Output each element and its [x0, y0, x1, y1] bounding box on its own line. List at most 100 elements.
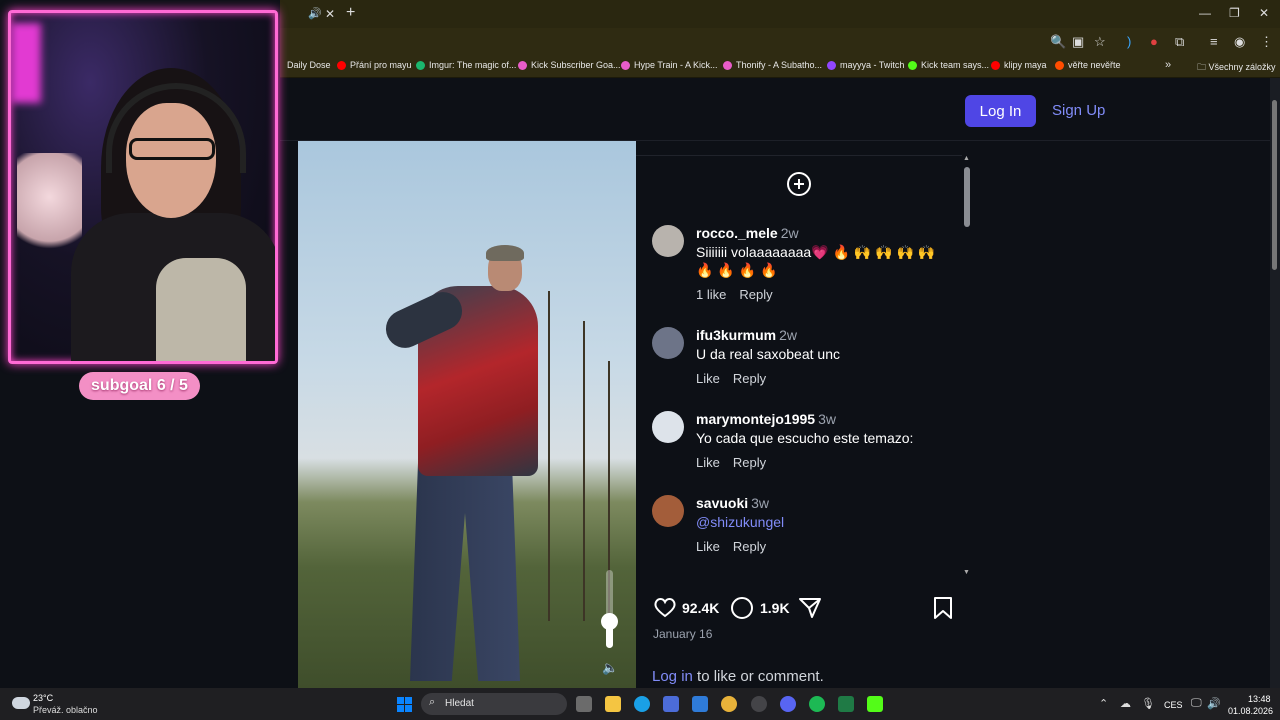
- comments-scrollbar[interactable]: ▲ ▼: [962, 155, 972, 581]
- avatar[interactable]: [652, 411, 684, 443]
- speaker-icon[interactable]: 🔊: [308, 7, 322, 20]
- excel-icon[interactable]: [838, 696, 854, 712]
- extensions-icon[interactable]: ⧉: [1175, 34, 1184, 50]
- comment-text: Siiiiiii volaaaaaaaa💗 🔥 🙌 🙌 🙌 🙌 🔥 🔥 🔥 🔥: [696, 244, 936, 278]
- volume-icon[interactable]: 🔈: [602, 660, 618, 676]
- adblock-icon[interactable]: ●: [1150, 34, 1158, 49]
- post-date: January 16: [653, 627, 713, 641]
- streamer-top: [156, 258, 246, 361]
- clock-date[interactable]: 01.08.2026: [1228, 706, 1273, 716]
- comment-username[interactable]: rocco._mele: [696, 225, 778, 241]
- clock-time[interactable]: 13:48: [1248, 694, 1271, 704]
- store-icon[interactable]: [663, 696, 679, 712]
- active-tab[interactable]: 🔊 ✕: [280, 2, 340, 28]
- windows-start-icon[interactable]: [397, 697, 412, 712]
- page-scrollbar[interactable]: [1270, 78, 1280, 688]
- reply-button[interactable]: Reply: [733, 539, 766, 554]
- comments-count: 1.9K: [760, 600, 790, 616]
- reply-button[interactable]: Reply: [739, 287, 772, 302]
- avatar[interactable]: [652, 225, 684, 257]
- task-view-icon[interactable]: [576, 696, 592, 712]
- signup-link[interactable]: Sign Up: [1052, 102, 1105, 119]
- bookmark-item[interactable]: Hype Train - A Kick...: [621, 60, 718, 70]
- dancer-legs: [410, 441, 520, 681]
- comment-text: Yo cada que escucho este temazo:: [696, 430, 914, 446]
- login-link[interactable]: Log in: [652, 668, 693, 685]
- bookmark-item[interactable]: Kick Subscriber Goa...: [518, 60, 621, 70]
- comment-username[interactable]: ifu3kurmum: [696, 327, 776, 343]
- spotify-icon[interactable]: [809, 696, 825, 712]
- bookmark-item[interactable]: Přání pro mayu: [337, 60, 412, 70]
- avatar[interactable]: [652, 327, 684, 359]
- avatar[interactable]: [652, 495, 684, 527]
- flower-decoration: [17, 153, 82, 263]
- webcam-overlay: [8, 10, 278, 364]
- volume-tray-icon[interactable]: 🔊: [1207, 697, 1221, 710]
- edge-icon[interactable]: [634, 696, 650, 712]
- bookmark-item[interactable]: Daily Dose: [287, 60, 331, 70]
- bookmark-item[interactable]: klipy maya: [991, 60, 1047, 70]
- tree-branch: [548, 291, 550, 621]
- scroll-up-arrow-icon[interactable]: ▲: [963, 155, 970, 162]
- site-icon: [518, 60, 527, 70]
- star-icon[interactable]: ☆: [1094, 34, 1106, 50]
- menu-icon[interactable]: ⋮: [1260, 34, 1273, 50]
- close-tab-icon[interactable]: ✕: [325, 7, 335, 21]
- obs-icon[interactable]: [751, 696, 767, 712]
- extension-wave-icon[interactable]: ): [1127, 34, 1131, 49]
- comment-username[interactable]: savuoki: [696, 495, 748, 511]
- bookmark-item[interactable]: mayyya - Twitch: [827, 60, 904, 70]
- like-count[interactable]: 1 like: [696, 287, 726, 302]
- minimize-button[interactable]: —: [1199, 6, 1211, 20]
- chevron-up-icon[interactable]: ⌃: [1099, 697, 1108, 710]
- install-app-icon[interactable]: ▣: [1072, 34, 1084, 50]
- page-scroll-thumb[interactable]: [1272, 100, 1277, 270]
- like-button[interactable]: Like: [696, 539, 720, 554]
- outlook-icon[interactable]: [692, 696, 708, 712]
- like-button[interactable]: Like: [696, 371, 720, 386]
- restore-button[interactable]: ❐: [1229, 6, 1240, 20]
- heart-icon[interactable]: [653, 596, 677, 618]
- cloud-icon[interactable]: [12, 697, 30, 709]
- likes-count: 92.4K: [682, 600, 720, 616]
- bookmark-item[interactable]: věřte nevěřte: [1055, 60, 1121, 70]
- bookmark-item[interactable]: Thonify - A Subatho...: [723, 60, 822, 70]
- all-bookmarks-folder[interactable]: 🗀 Všechny záložky: [1197, 60, 1276, 76]
- bookmark-item[interactable]: Kick team says...: [908, 60, 989, 70]
- file-explorer-icon[interactable]: [605, 696, 621, 712]
- scroll-down-arrow-icon[interactable]: ▼: [963, 569, 970, 576]
- tree-branch: [583, 321, 585, 621]
- discord-icon[interactable]: [780, 696, 796, 712]
- weather-description[interactable]: Převáž. oblačno: [33, 705, 98, 715]
- comment-time: 2w: [780, 225, 799, 241]
- bookmark-icon[interactable]: [933, 596, 953, 620]
- cloud-sync-icon[interactable]: ☁: [1120, 697, 1131, 710]
- microphone-icon[interactable]: 🎙: [1141, 697, 1155, 710]
- zoom-icon[interactable]: 🔍: [1050, 34, 1066, 50]
- like-button[interactable]: Like: [696, 455, 720, 470]
- new-tab-button[interactable]: +: [346, 4, 355, 22]
- comment-username[interactable]: marymontejo1995: [696, 411, 815, 427]
- profile-avatar-icon[interactable]: ◉: [1234, 34, 1245, 50]
- network-icon[interactable]: 🖵: [1191, 697, 1202, 710]
- chrome-icon[interactable]: [721, 696, 737, 712]
- language-indicator[interactable]: CES: [1164, 700, 1183, 710]
- comment-mention-link[interactable]: @shizukungel: [696, 513, 946, 531]
- bookmark-item[interactable]: Imgur: The magic of...: [416, 60, 516, 70]
- comment-icon[interactable]: [731, 597, 753, 619]
- comments-scroll-thumb[interactable]: [964, 167, 970, 227]
- bookmarks-overflow-button[interactable]: »: [1165, 59, 1171, 71]
- reply-button[interactable]: Reply: [733, 371, 766, 386]
- reply-button[interactable]: Reply: [733, 455, 766, 470]
- taskbar-search[interactable]: ⌕ Hledat: [421, 693, 567, 715]
- kick-icon[interactable]: [867, 696, 883, 712]
- video-player[interactable]: [298, 141, 636, 688]
- weather-temperature[interactable]: 23°C: [33, 693, 53, 703]
- subgoal-badge: subgoal 6 / 5: [79, 372, 200, 400]
- comment-time: 3w: [818, 411, 836, 427]
- volume-slider-handle[interactable]: [601, 613, 618, 630]
- share-icon[interactable]: [798, 596, 822, 620]
- close-window-button[interactable]: ✕: [1259, 6, 1269, 20]
- reading-list-icon[interactable]: ≡: [1210, 34, 1218, 49]
- login-button[interactable]: Log In: [965, 95, 1036, 127]
